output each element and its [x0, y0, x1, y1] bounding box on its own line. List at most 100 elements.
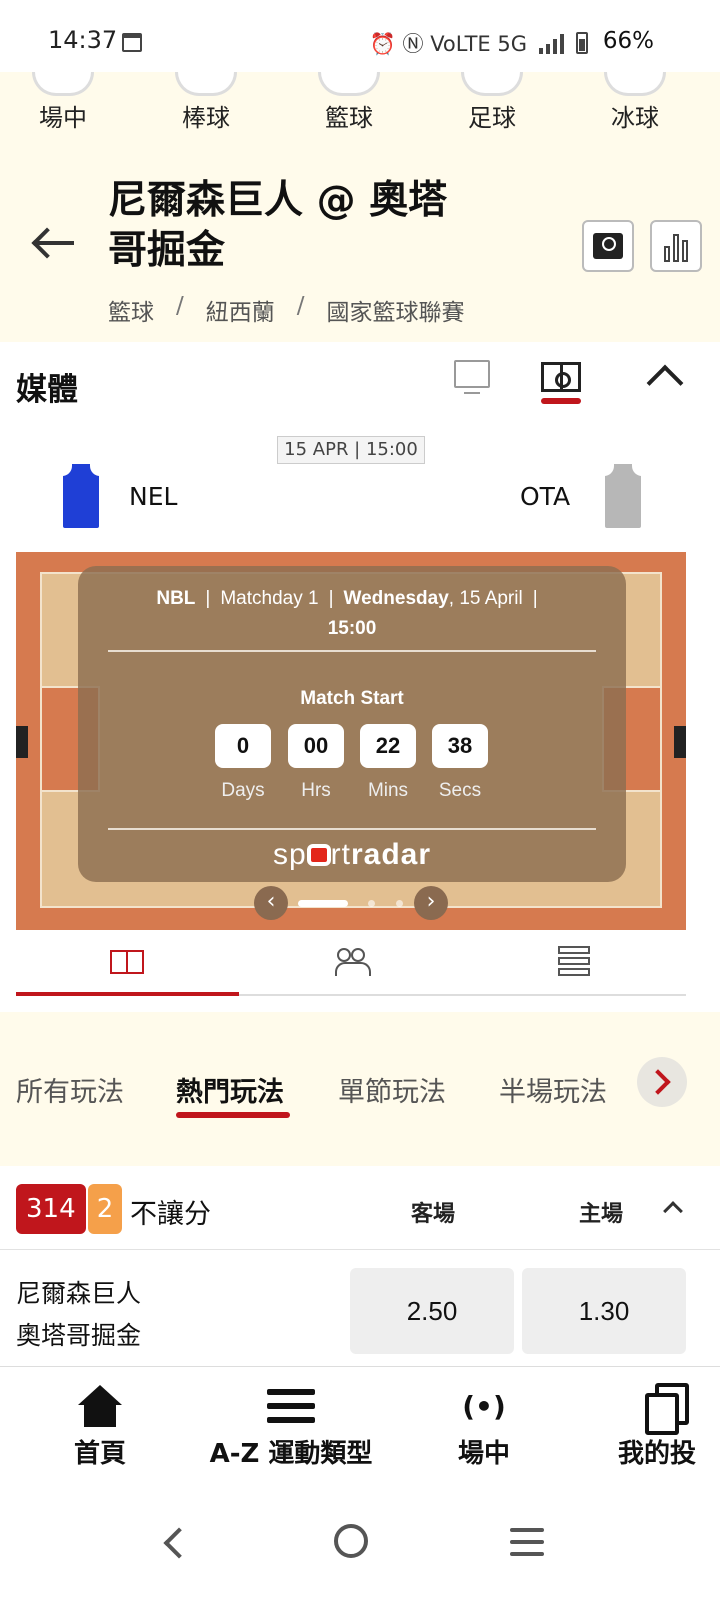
sport-tab-label: 冰球 — [611, 104, 659, 132]
sport-tab-ice-hockey[interactable]: 冰球 — [580, 72, 690, 133]
tab-popular-markets[interactable]: 熱門玩法 — [176, 1070, 284, 1109]
chevron-right-icon[interactable] — [637, 1057, 687, 1107]
odds-button-away[interactable]: 2.50 — [350, 1268, 514, 1354]
status-indicator-text: ⏰ Ⓝ VoLTE 5G — [369, 32, 527, 56]
tracker-view-tabs — [16, 930, 686, 996]
copy-icon — [645, 1383, 689, 1435]
carousel-dot-active[interactable] — [298, 900, 348, 907]
battery-icon — [576, 32, 588, 54]
basketball-court-icon — [110, 950, 144, 974]
market-count-badge: 314 — [16, 1184, 86, 1234]
lineup-button[interactable] — [582, 220, 634, 272]
active-tab-indicator — [176, 1112, 290, 1118]
sport-tab-football[interactable]: 足球 — [437, 72, 547, 133]
list-icon — [558, 946, 590, 978]
home-team-code: NEL — [129, 482, 178, 511]
breadcrumb-item[interactable]: 國家籃球聯賽 — [327, 293, 465, 327]
carousel-dot[interactable] — [368, 900, 375, 907]
carousel-prev-button[interactable]: ‹ — [254, 886, 288, 920]
match-time: 15:00 — [327, 618, 377, 639]
system-back-icon[interactable] — [163, 1527, 195, 1559]
nav-az-sports[interactable]: A-Z 運動類型 — [198, 1367, 384, 1485]
countdown-hours: 00 — [288, 724, 344, 768]
system-home-icon[interactable] — [334, 1524, 368, 1558]
status-time: 14:37 — [48, 26, 118, 54]
sport-tab-live[interactable]: 場中 — [8, 72, 118, 133]
market-row: 尼爾森巨人 奧塔哥掘金 2.50 1.30 — [0, 1250, 720, 1366]
odds-button-home[interactable]: 1.30 — [522, 1268, 686, 1354]
tab-statistics[interactable] — [462, 930, 685, 994]
away-jersey-icon — [604, 464, 642, 528]
countdown-seconds: 38 — [432, 724, 488, 768]
status-indicators: ⏰ Ⓝ VoLTE 5G — [370, 28, 588, 58]
logo-mark-icon — [306, 844, 331, 866]
carousel-next-button[interactable]: › — [414, 886, 448, 920]
tab-lineups[interactable] — [239, 930, 462, 994]
nav-label: A-Z 運動類型 — [209, 1439, 373, 1469]
system-recents-icon[interactable] — [510, 1528, 544, 1564]
column-home: 主場 — [579, 1202, 624, 1227]
breadcrumb-item[interactable]: 籃球 — [108, 293, 154, 327]
bet-type-tabs: 所有玩法 熱門玩法 單節玩法 半場玩法 — [0, 1012, 720, 1166]
countdown-label: Hrs — [301, 780, 331, 801]
tab-court-view[interactable] — [16, 930, 239, 996]
match-date-badge: 15 APR | 15:00 — [277, 436, 425, 464]
countdown-days: 0 — [215, 724, 271, 768]
back-arrow-icon[interactable] — [30, 222, 76, 262]
signal-icon — [539, 32, 564, 54]
people-icon — [335, 948, 371, 976]
match-tracker: NBL | Matchday 1 | Wednesday, 15 April | 15:0… — [16, 552, 686, 930]
match-date: , 15 April — [448, 588, 523, 609]
bar-chart-icon — [664, 234, 688, 262]
sport-tab-label: 場中 — [39, 104, 87, 132]
tab-quarter-markets[interactable]: 單節玩法 — [338, 1070, 446, 1109]
calendar-icon — [122, 33, 142, 52]
nav-label: 首頁 — [73, 1439, 126, 1469]
lineup-icon — [593, 233, 623, 259]
nav-live[interactable]: (•) 場中 — [424, 1367, 544, 1485]
live-broadcast-icon: (•) — [462, 1390, 506, 1423]
hoop-left — [16, 726, 28, 758]
tab-half-markets[interactable]: 半場玩法 — [499, 1070, 607, 1109]
countdown-label: Secs — [438, 780, 482, 801]
home-icon — [75, 1385, 125, 1429]
nav-home[interactable]: 首頁 — [36, 1367, 164, 1485]
teams-row: 15 APR | 15:00 NEL OTA — [0, 426, 720, 552]
sport-tab-baseball[interactable]: 棒球 — [151, 72, 261, 133]
media-title: 媒體 — [16, 372, 78, 408]
sport-tab-basketball[interactable]: 籃球 — [294, 72, 404, 133]
divider — [108, 828, 596, 830]
chevron-up-icon[interactable] — [646, 364, 684, 402]
column-away: 客場 — [411, 1202, 456, 1227]
sport-tab-label: 籃球 — [325, 104, 373, 132]
home-jersey-icon — [62, 464, 100, 528]
basketball-icon — [318, 72, 380, 96]
match-info-line: NBL | Matchday 1 | Wednesday, 15 April | — [156, 588, 538, 609]
nav-my-bets[interactable]: 我的投 — [606, 1367, 720, 1485]
sport-tab-label: 足球 — [468, 104, 516, 132]
countdown-label: Mins — [367, 780, 409, 801]
league-name: NBL — [156, 588, 196, 609]
court-view-icon[interactable] — [541, 362, 581, 392]
matchday: Matchday 1 — [220, 588, 319, 609]
market-title: 不讓分 — [130, 1199, 211, 1230]
market-header[interactable]: 314 2 不讓分 客場 主場 — [0, 1168, 720, 1250]
ice-hockey-icon — [604, 72, 666, 96]
sport-tab-label: 棒球 — [182, 104, 230, 132]
chevron-up-icon[interactable] — [663, 1201, 683, 1221]
match-title: 尼爾森巨人 @ 奧塔哥掘金 — [108, 178, 448, 273]
nav-label: 我的投 — [618, 1439, 697, 1469]
countdown-label: Days — [221, 780, 265, 801]
tracker-carousel: ‹ › — [254, 886, 450, 920]
stats-button[interactable] — [650, 220, 702, 272]
match-header: 尼爾森巨人 @ 奧塔哥掘金 籃球 / 紐西蘭 / 國家籃球聯賽 — [0, 152, 720, 342]
football-icon — [461, 72, 523, 96]
sports-nav: 場中 棒球 籃球 足球 冰球 — [0, 72, 720, 152]
sportradar-logo: sp rtradar — [272, 838, 432, 871]
court-view-active-indicator — [541, 398, 581, 404]
tv-icon[interactable] — [454, 360, 490, 394]
breadcrumb-item[interactable]: 紐西蘭 — [206, 293, 275, 327]
carousel-dot[interactable] — [396, 900, 403, 907]
tab-all-markets[interactable]: 所有玩法 — [16, 1070, 124, 1109]
hoop-right — [674, 726, 686, 758]
